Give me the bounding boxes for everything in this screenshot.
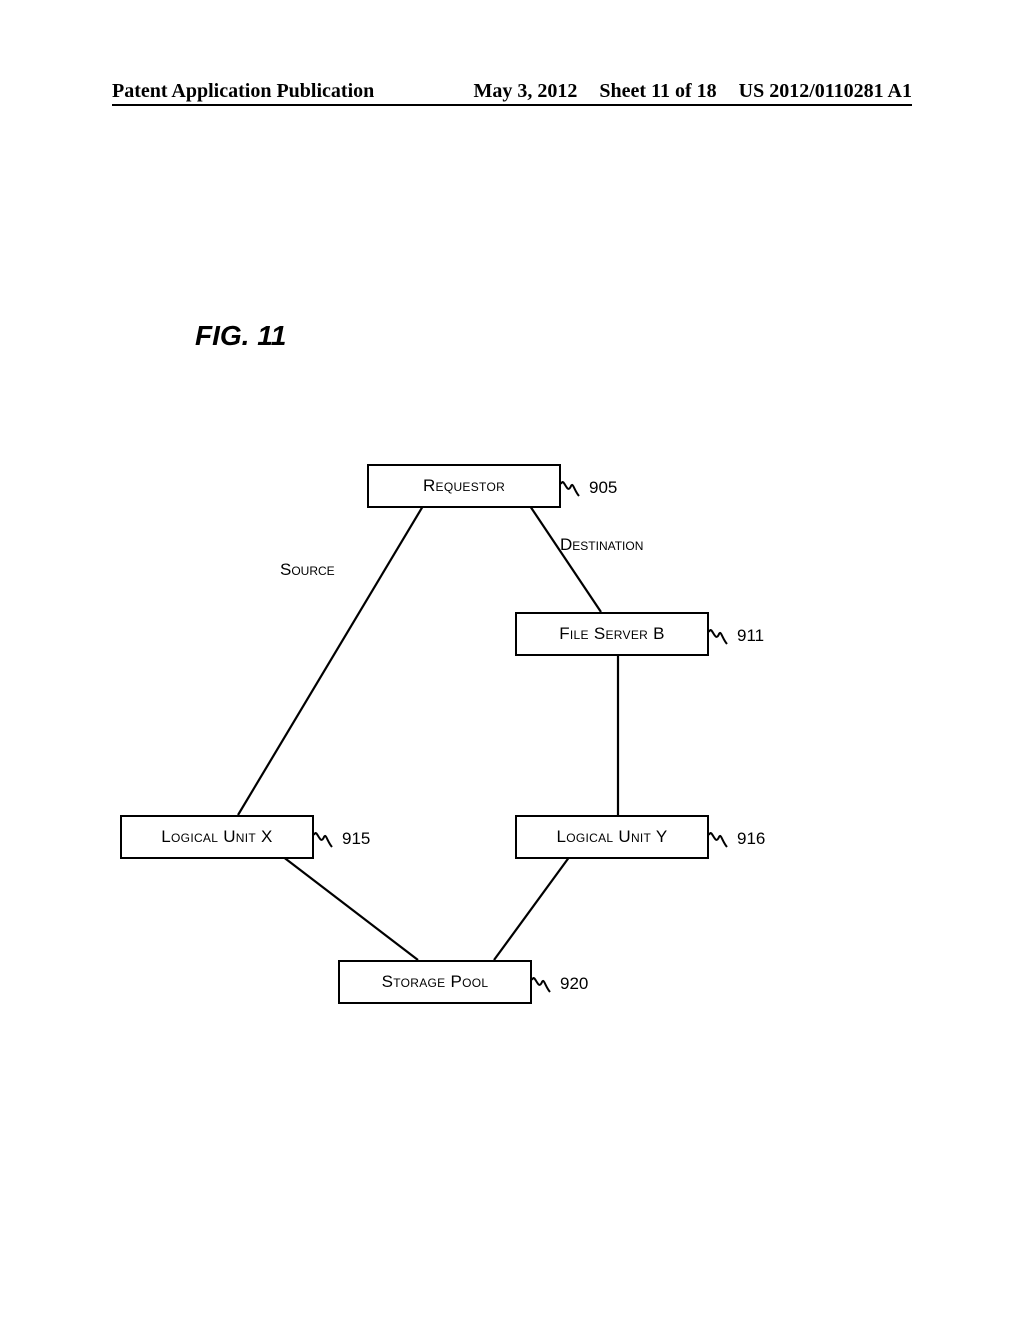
label-logical-unit-x: Logical Unit X xyxy=(161,827,272,847)
leader-squiggle-icon xyxy=(559,476,589,498)
label-requestor: Requestor xyxy=(423,476,505,496)
label-logical-unit-y: Logical Unit Y xyxy=(556,827,667,847)
pub-date: May 3, 2012 xyxy=(474,80,578,103)
header-right: May 3, 2012 Sheet 11 of 18 US 2012/01102… xyxy=(474,80,912,103)
leader-squiggle-icon xyxy=(707,624,737,646)
box-file-server-b: File Server B xyxy=(515,612,709,656)
leader-squiggle-icon xyxy=(312,827,342,849)
doc-num: US 2012/0110281 A1 xyxy=(739,80,912,103)
label-file-server-b: File Server B xyxy=(559,624,665,644)
ref-logical-unit-x: 915 xyxy=(342,829,370,849)
ref-storage-pool: 920 xyxy=(560,974,588,994)
sheet-num: Sheet 11 of 18 xyxy=(599,80,716,103)
leader-squiggle-icon xyxy=(707,827,737,849)
header-rule xyxy=(112,104,912,106)
label-storage-pool: Storage Pool xyxy=(382,972,489,992)
figure-title: FIG. 11 xyxy=(195,320,286,352)
ref-logical-unit-y: 916 xyxy=(737,829,765,849)
edge-label-source: Source xyxy=(280,560,335,580)
page-header: Patent Application Publication May 3, 20… xyxy=(0,80,1024,103)
page-header-row: Patent Application Publication May 3, 20… xyxy=(0,80,1024,103)
box-logical-unit-x: Logical Unit X xyxy=(120,815,314,859)
ref-requestor: 905 xyxy=(589,478,617,498)
ref-file-server-b: 911 xyxy=(737,626,764,646)
edge-label-destination: Destination xyxy=(560,535,643,555)
pub-type: Patent Application Publication xyxy=(112,80,374,103)
connector-lines xyxy=(0,0,1024,1320)
box-logical-unit-y: Logical Unit Y xyxy=(515,815,709,859)
box-requestor: Requestor xyxy=(367,464,561,508)
box-storage-pool: Storage Pool xyxy=(338,960,532,1004)
patent-page: Patent Application Publication May 3, 20… xyxy=(0,0,1024,1320)
leader-squiggle-icon xyxy=(530,972,560,994)
